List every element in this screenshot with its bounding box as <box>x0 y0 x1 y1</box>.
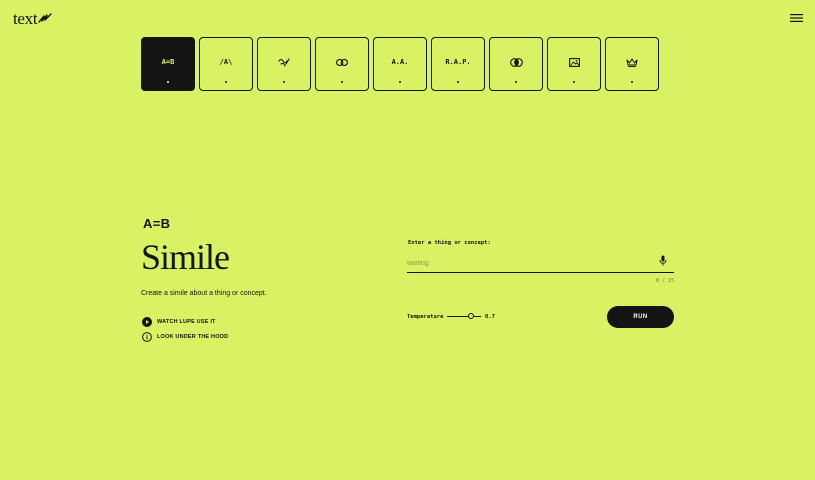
concept-input-wrapper <box>407 252 674 273</box>
a-equals-b-icon: A=B <box>161 57 175 66</box>
tool-selector: A=B /A\ A.A. R.A.P. <box>141 37 659 91</box>
tool-both-or-neither[interactable] <box>489 37 543 91</box>
watch-demo-link[interactable]: WATCH LUPE USE IT <box>142 317 216 327</box>
venn-icon <box>509 57 523 67</box>
tool-indicator-dot <box>167 81 169 83</box>
crown-icon <box>626 58 638 67</box>
watch-demo-label: WATCH LUPE USE IT <box>157 319 216 325</box>
tool-acronym[interactable]: R.A.P. <box>431 37 485 91</box>
tool-poem[interactable] <box>257 37 311 91</box>
tool-indicator-dot <box>457 81 459 83</box>
tool-indicator-dot <box>225 81 227 83</box>
temperature-value: 0.7 <box>485 314 495 320</box>
tool-glyph-heading: A=B <box>143 216 171 231</box>
character-counter: 0 / 15 <box>655 278 674 284</box>
run-button[interactable]: RUN <box>607 306 674 328</box>
logo[interactable]: text <box>13 9 52 29</box>
page-description: Create a simile about a thing or concept… <box>141 290 267 297</box>
pyramid-icon: /A\ <box>219 57 233 66</box>
slider-thumb[interactable] <box>467 313 474 319</box>
tool-alliteration[interactable]: A.A. <box>373 37 427 91</box>
temperature-slider[interactable] <box>447 312 481 321</box>
tool-indicator-dot <box>631 81 633 83</box>
acronym-icon: R.A.P. <box>445 57 471 66</box>
logo-text: text <box>13 9 38 28</box>
squiggle-icon <box>278 57 290 67</box>
page-title: Simile <box>141 237 230 277</box>
tool-indicator-dot <box>515 81 517 83</box>
temperature-label: Temperature <box>407 314 444 320</box>
alliteration-icon: A.A. <box>391 57 409 66</box>
tool-chain[interactable] <box>315 37 369 91</box>
tool-indicator-dot <box>399 81 401 83</box>
info-circle-icon <box>142 332 152 342</box>
logo-scribble-icon <box>38 13 52 23</box>
tool-simile[interactable]: A=B <box>141 37 195 91</box>
tool-scene[interactable] <box>547 37 601 91</box>
link-icon <box>336 58 348 66</box>
microphone-icon[interactable] <box>659 255 667 266</box>
input-label: Enter a thing or concept: <box>408 240 491 246</box>
concept-input[interactable] <box>407 254 647 273</box>
under-the-hood-link[interactable]: LOOK UNDER THE HOOD <box>142 332 228 342</box>
tool-indicator-dot <box>573 81 575 83</box>
image-icon <box>568 57 580 67</box>
tool-unexpected-connections[interactable]: /A\ <box>199 37 253 91</box>
slider-track <box>447 316 481 317</box>
tool-indicator-dot <box>283 81 285 83</box>
under-the-hood-label: LOOK UNDER THE HOOD <box>157 334 229 340</box>
play-circle-icon <box>142 317 152 327</box>
tool-reimagine[interactable] <box>605 37 659 91</box>
hamburger-menu-icon[interactable] <box>790 13 803 23</box>
tool-indicator-dot <box>341 81 343 83</box>
